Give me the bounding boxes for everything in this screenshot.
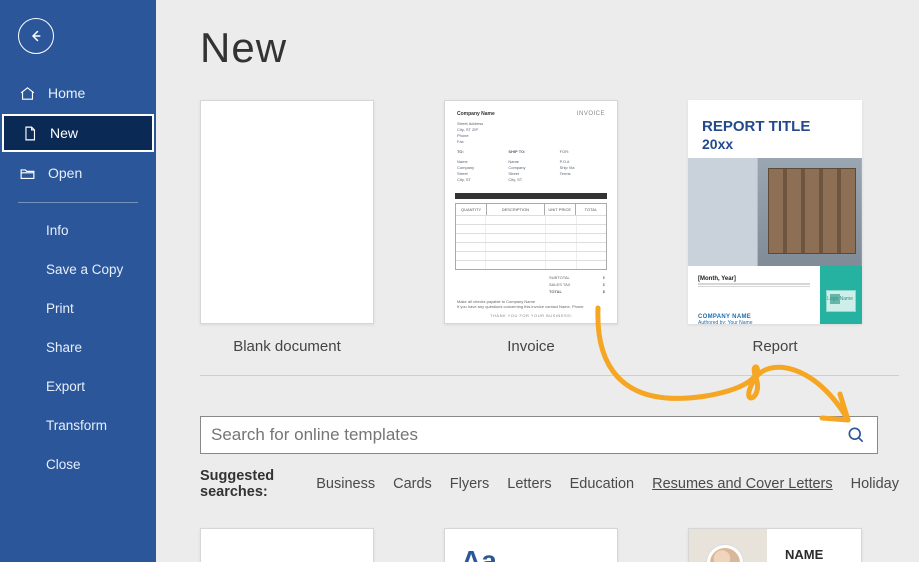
invoice-footer: THANK YOU FOR YOUR BUSINESS! <box>445 309 617 324</box>
suggested-search-letters[interactable]: Letters <box>507 476 551 492</box>
folder-open-icon <box>18 164 36 182</box>
suggested-label: Suggested searches: <box>200 468 296 500</box>
search-icon[interactable] <box>845 424 867 446</box>
more-templates-row: Aa NAME HERE <box>200 528 899 562</box>
sidebar-item-home[interactable]: Home <box>0 74 156 112</box>
report-year: 20xx <box>688 136 862 158</box>
suggested-search-cards[interactable]: Cards <box>393 476 432 492</box>
invoice-total-label: TOTAL <box>549 289 562 294</box>
home-icon <box>18 84 36 102</box>
main-panel: New Blank document Company Name INVOICE … <box>156 0 919 562</box>
sidebar-divider <box>18 202 138 203</box>
style-sample: Aa <box>445 529 617 562</box>
invoice-total-label: SUBTOTAL <box>549 275 570 280</box>
template-label: Report <box>752 338 797 355</box>
section-divider <box>200 375 899 376</box>
sidebar-item-open[interactable]: Open <box>0 154 156 192</box>
sidebar-item-close[interactable]: Close <box>0 445 156 484</box>
template-blank-document[interactable]: Blank document <box>200 100 374 355</box>
document-icon <box>20 124 38 142</box>
template-thumbnail: REPORT TITLE 20xx [Month, Year] COMPANY … <box>688 100 862 324</box>
app-root: Home New Open Info Save a Copy Print Sha… <box>0 0 919 562</box>
back-button[interactable] <box>18 18 54 54</box>
suggested-search-education[interactable]: Education <box>570 476 635 492</box>
sidebar-item-print[interactable]: Print <box>0 289 156 328</box>
template-thumbnail: Company Name INVOICE Street AddressCity,… <box>444 100 618 324</box>
sidebar-item-info[interactable]: Info <box>0 211 156 250</box>
arrow-left-icon <box>27 27 45 45</box>
report-title: REPORT TITLE <box>688 100 862 136</box>
resume-name-line1: NAME <box>785 547 823 562</box>
sidebar-item-save-a-copy[interactable]: Save a Copy <box>0 250 156 289</box>
template-report[interactable]: REPORT TITLE 20xx [Month, Year] COMPANY … <box>688 100 862 355</box>
invoice-company-name: Company Name <box>457 111 495 117</box>
resume-name: NAME HERE <box>785 547 823 562</box>
template-card[interactable]: Aa <box>444 528 618 562</box>
invoice-th: UNIT PRICE <box>545 204 576 215</box>
sidebar-item-label: Home <box>48 85 85 101</box>
template-thumbnail <box>200 100 374 324</box>
primary-nav: Home New Open <box>0 74 156 192</box>
invoice-th: QUANTITY <box>456 204 487 215</box>
template-search-box[interactable] <box>200 416 878 454</box>
invoice-th: TOTAL <box>576 204 606 215</box>
backstage-sidebar: Home New Open Info Save a Copy Print Sha… <box>0 0 156 562</box>
suggested-search-flyers[interactable]: Flyers <box>450 476 489 492</box>
invoice-total-label: SALES TAX <box>549 282 570 287</box>
secondary-nav: Info Save a Copy Print Share Export Tran… <box>0 211 156 484</box>
suggested-search-business[interactable]: Business <box>316 476 375 492</box>
suggested-searches: Suggested searches: Business Cards Flyer… <box>200 468 899 500</box>
sidebar-item-share[interactable]: Share <box>0 328 156 367</box>
invoice-heading-bar <box>455 193 607 199</box>
template-invoice[interactable]: Company Name INVOICE Street AddressCity,… <box>444 100 618 355</box>
template-label: Invoice <box>507 338 555 355</box>
report-image <box>688 158 862 266</box>
sidebar-item-transform[interactable]: Transform <box>0 406 156 445</box>
suggested-search-holiday[interactable]: Holiday <box>851 476 899 492</box>
report-author: Authored by: Your Name <box>698 320 810 324</box>
invoice-badge: INVOICE <box>577 111 605 117</box>
report-logo-text: Logo Name <box>827 296 853 302</box>
page-title: New <box>200 24 899 72</box>
invoice-table: QUANTITY DESCRIPTION UNIT PRICE TOTAL <box>455 203 607 270</box>
invoice-th: DESCRIPTION <box>487 204 544 215</box>
suggested-search-resumes-and-cover-letters[interactable]: Resumes and Cover Letters <box>652 476 833 492</box>
logo-icon: Logo Name <box>826 290 856 312</box>
sidebar-item-label: New <box>50 125 78 141</box>
search-input[interactable] <box>211 425 837 445</box>
template-card-resume[interactable]: NAME HERE <box>688 528 862 562</box>
report-month: [Month, Year] <box>698 276 810 282</box>
template-card[interactable] <box>200 528 374 562</box>
sidebar-item-export[interactable]: Export <box>0 367 156 406</box>
report-band: [Month, Year] COMPANY NAME Authored by: … <box>688 266 862 324</box>
template-label: Blank document <box>233 338 341 355</box>
sidebar-item-label: Open <box>48 165 82 181</box>
featured-templates-row: Blank document Company Name INVOICE Stre… <box>200 100 899 355</box>
sidebar-item-new[interactable]: New <box>2 114 154 152</box>
